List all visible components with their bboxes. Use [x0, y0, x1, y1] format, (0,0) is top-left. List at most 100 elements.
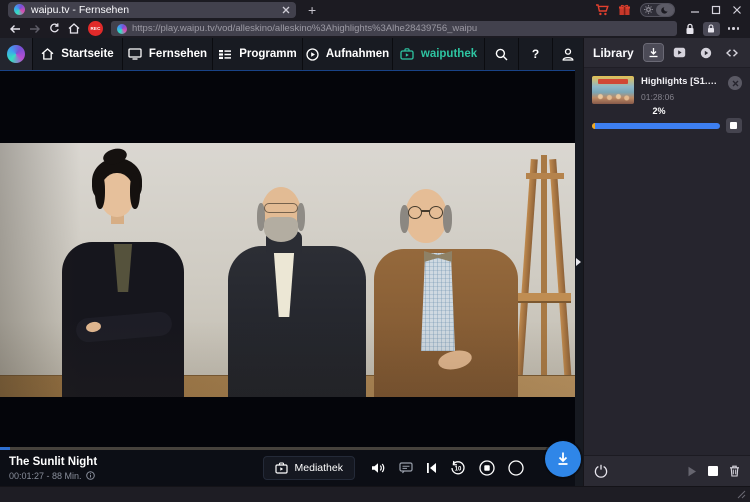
mediathek-button[interactable]: Mediathek: [262, 456, 355, 480]
rewind-10-icon[interactable]: 10: [450, 460, 466, 476]
close-window-icon[interactable]: [732, 5, 742, 15]
item-title: Highlights [S1.E51] - The ...: [641, 76, 721, 87]
forward-icon[interactable]: [29, 24, 41, 34]
nav-item-startseite[interactable]: Startseite: [33, 38, 122, 70]
player-controls: The Sunlit Night 00:01:27 - 88 Min. Medi…: [0, 450, 575, 486]
download-icon: [558, 452, 568, 465]
stop-icon[interactable]: [479, 460, 495, 476]
help-icon: ?: [531, 47, 540, 61]
video-frame: [0, 143, 575, 397]
sidebar-expand-handle[interactable]: [575, 70, 583, 486]
skip-back-icon[interactable]: [426, 462, 437, 474]
item-duration: 01:28:06: [641, 92, 675, 102]
stop-square-icon: [708, 466, 718, 476]
recordings-icon: [306, 47, 319, 61]
player-top-line: [0, 70, 583, 71]
rewind-10-label: 10: [455, 467, 462, 473]
item-progress-bar: [592, 122, 720, 129]
nav-label: Fernsehen: [148, 48, 208, 60]
nav-item-aufnahmen[interactable]: Aufnahmen: [303, 38, 392, 70]
theme-toggle[interactable]: [640, 2, 675, 17]
download-fab[interactable]: [545, 441, 581, 477]
nav-account[interactable]: [553, 38, 583, 70]
play-all-icon[interactable]: [687, 466, 697, 477]
library-tabs: [643, 43, 741, 62]
mediathek-label: Mediathek: [294, 462, 343, 474]
download-tab-icon: [649, 48, 658, 58]
now-playing: The Sunlit Night 00:01:27 - 88 Min.: [9, 456, 97, 481]
minimize-icon[interactable]: [690, 5, 700, 15]
nav-label: Aufnahmen: [325, 48, 390, 60]
waiputhek-icon: [400, 48, 414, 60]
content-area: Startseite Fernsehen Programm Aufnahmen …: [0, 38, 750, 486]
extension-lock-icon[interactable]: [702, 21, 720, 36]
downloads-tab[interactable]: [643, 43, 664, 62]
sun-icon[interactable]: [641, 5, 656, 14]
home-icon: [41, 48, 54, 60]
item-thumbnail: [592, 76, 634, 104]
item-close-button[interactable]: [728, 76, 742, 90]
browser-tab[interactable]: waipu.tv - Fernsehen: [8, 1, 296, 18]
library-empty-area: [584, 137, 750, 455]
lock-icon[interactable]: [685, 23, 695, 35]
rec-extension-badge[interactable]: REC: [88, 21, 103, 36]
close-icon: [732, 80, 738, 86]
search-icon: [495, 48, 508, 60]
item-progress-fill: [592, 122, 595, 129]
overflow-menu-icon[interactable]: [727, 27, 742, 30]
url-bar[interactable]: https://play.waipu.tv/vod/alleskino/alle…: [111, 21, 677, 36]
power-icon[interactable]: [594, 464, 608, 478]
nav-item-programm[interactable]: Programm: [213, 38, 302, 70]
waipu-logo-icon: [7, 45, 25, 63]
tabstrip-actions: [595, 2, 750, 17]
nav-item-waiputhek[interactable]: waiputhek: [393, 38, 484, 70]
play-tab[interactable]: [696, 44, 715, 61]
expand-panel[interactable]: [722, 44, 741, 61]
play-circle-icon: [700, 47, 711, 58]
browser-window: waipu.tv - Fernsehen + REC https://play.…: [0, 0, 750, 502]
item-progress-label: 2%: [652, 106, 666, 116]
home-icon[interactable]: [68, 23, 80, 34]
moon-icon[interactable]: [656, 3, 674, 16]
nav-help[interactable]: ?: [519, 38, 552, 70]
cart-icon[interactable]: [595, 3, 609, 16]
nav-label: waiputhek: [420, 48, 478, 60]
item-stop-button[interactable]: [725, 118, 742, 133]
video-time-info: 00:01:27 - 88 Min.: [9, 470, 82, 481]
waipu-favicon-small: [117, 23, 127, 34]
nav-search[interactable]: [485, 38, 518, 70]
maximize-icon[interactable]: [711, 5, 721, 15]
resize-grip[interactable]: [737, 490, 746, 499]
videos-tab[interactable]: [670, 44, 689, 61]
nav-item-fernsehen[interactable]: Fernsehen: [123, 38, 212, 70]
info-icon[interactable]: [85, 471, 95, 480]
library-toolbar: [584, 455, 750, 486]
tab-close-icon[interactable]: [282, 6, 290, 14]
subtitles-icon[interactable]: [399, 462, 413, 474]
new-tab-button[interactable]: +: [308, 3, 316, 17]
account-icon: [562, 47, 574, 61]
stop-all-button[interactable]: [708, 466, 718, 476]
url-text: https://play.waipu.tv/vod/alleskino/alle…: [132, 23, 478, 34]
skip-forward-icon[interactable]: [508, 460, 524, 476]
tab-bar: waipu.tv - Fernsehen +: [0, 0, 750, 19]
video-title: The Sunlit Night: [9, 455, 98, 468]
library-title: Library: [593, 45, 634, 60]
video-player[interactable]: The Sunlit Night 00:01:27 - 88 Min. Medi…: [0, 70, 583, 486]
stop-square-icon: [730, 122, 738, 129]
chevron-right-icon: [576, 258, 581, 266]
waipu-nav: Startseite Fernsehen Programm Aufnahmen …: [0, 38, 583, 70]
window-controls: [690, 5, 742, 15]
epg-list-icon: [219, 49, 232, 59]
mediathek-icon: [274, 462, 288, 474]
nav-label: Programm: [239, 48, 297, 60]
volume-icon[interactable]: [371, 462, 386, 474]
tv-icon: [128, 48, 142, 60]
waipu-logo[interactable]: [0, 38, 32, 70]
back-icon[interactable]: [9, 24, 21, 34]
trash-icon[interactable]: [729, 465, 740, 477]
gift-icon[interactable]: [618, 4, 631, 16]
waipu-page: Startseite Fernsehen Programm Aufnahmen …: [0, 38, 583, 486]
download-item[interactable]: Highlights [S1.E51] - The ... 01:28:06 2…: [584, 68, 750, 137]
reload-icon[interactable]: [49, 23, 60, 34]
